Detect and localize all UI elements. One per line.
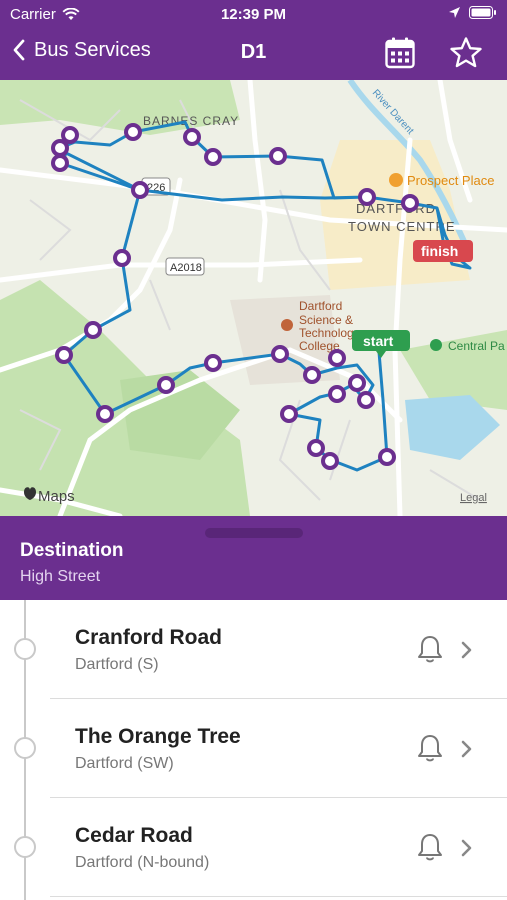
calendar-icon[interactable] [385,37,415,69]
finish-marker[interactable]: finish [413,240,473,262]
route-stop-marker [378,448,396,466]
destination-value: High Street [20,568,101,585]
timeline-dot [14,836,36,858]
chevron-right-icon [461,740,472,758]
route-stop-marker [204,148,222,166]
stop-row-cedar-road[interactable]: Cedar Road Dartford (N-bound) [0,798,507,897]
status-bar: Carrier 12:39 PM [0,0,507,28]
stops-list: Cranford Road Dartford (S) The Orange Tr… [0,600,507,900]
battery-icon [469,6,496,19]
timeline-dot [14,737,36,759]
bell-icon[interactable] [416,634,444,664]
timeline-dot [14,638,36,660]
favorite-star-icon[interactable] [449,36,483,70]
map-label-prospect: Prospect Place [407,173,494,188]
route-stop-marker [51,139,69,157]
route-stop-marker [113,249,131,267]
finish-label: finish [421,243,458,259]
college-icon [281,319,293,331]
route-stop-marker [321,452,339,470]
row-divider [50,896,507,897]
route-stop-marker [307,439,325,457]
map-canvas: BARNES CRAY 226 A2018 DARTFORD TOWN CENT… [0,80,507,516]
route-stop-marker [328,385,346,403]
chevron-left-icon [13,39,25,61]
map-label-college-3: Technology [299,326,360,340]
stop-area: Dartford (S) [75,656,159,673]
location-arrow-icon [449,7,460,18]
stop-name: Cranford Road [75,626,222,649]
back-button-label: Bus Services [34,38,151,61]
status-right-group [448,6,497,19]
route-stop-marker [183,128,201,146]
stop-area: Dartford (SW) [75,755,174,772]
sheet-drag-handle[interactable] [205,528,303,538]
route-stop-marker [271,345,289,363]
route-stop-marker [358,188,376,206]
start-label: start [363,333,394,349]
chevron-right-icon [461,839,472,857]
status-time: 12:39 PM [220,6,287,23]
route-stop-marker [96,405,114,423]
stop-row-orange-tree[interactable]: The Orange Tree Dartford (SW) [0,699,507,798]
stop-row-cranford-road[interactable]: Cranford Road Dartford (S) [0,600,507,699]
route-stop-marker [348,374,366,392]
route-stop-marker [131,181,149,199]
route-stop-marker [51,154,69,172]
route-stop-marker [357,391,375,409]
legal-link[interactable]: Legal [460,492,487,504]
route-stop-marker [204,354,222,372]
route-stop-marker [401,194,419,212]
bell-icon[interactable] [416,733,444,763]
route-stop-marker [157,376,175,394]
back-button[interactable]: Bus Services [12,38,151,62]
route-stop-marker [61,126,79,144]
park-icon [430,339,442,351]
route-map[interactable]: BARNES CRAY 226 A2018 DARTFORD TOWN CENT… [0,80,507,516]
prospect-place-icon [389,173,403,187]
route-stop-marker [280,405,298,423]
stop-name: The Orange Tree [75,725,241,748]
route-stop-marker [269,147,287,165]
map-label-central-park: Central Pa [448,339,505,353]
route-stop-marker [84,321,102,339]
maps-attribution: Maps [38,488,75,505]
map-label-college-2: Science & [299,313,353,327]
route-stop-marker [328,349,346,367]
nav-bar: Bus Services D1 [0,28,507,80]
stop-area: Dartford (N-bound) [75,854,210,871]
stop-name: Cedar Road [75,824,193,847]
map-label-college-1: Dartford [299,299,342,313]
bell-icon[interactable] [416,832,444,862]
road-label-a2018: A2018 [170,262,202,274]
destination-title: Destination [20,540,124,561]
route-stop-marker [124,123,142,141]
route-stop-marker [303,366,321,384]
route-stop-marker [55,346,73,364]
chevron-right-icon [461,641,472,659]
